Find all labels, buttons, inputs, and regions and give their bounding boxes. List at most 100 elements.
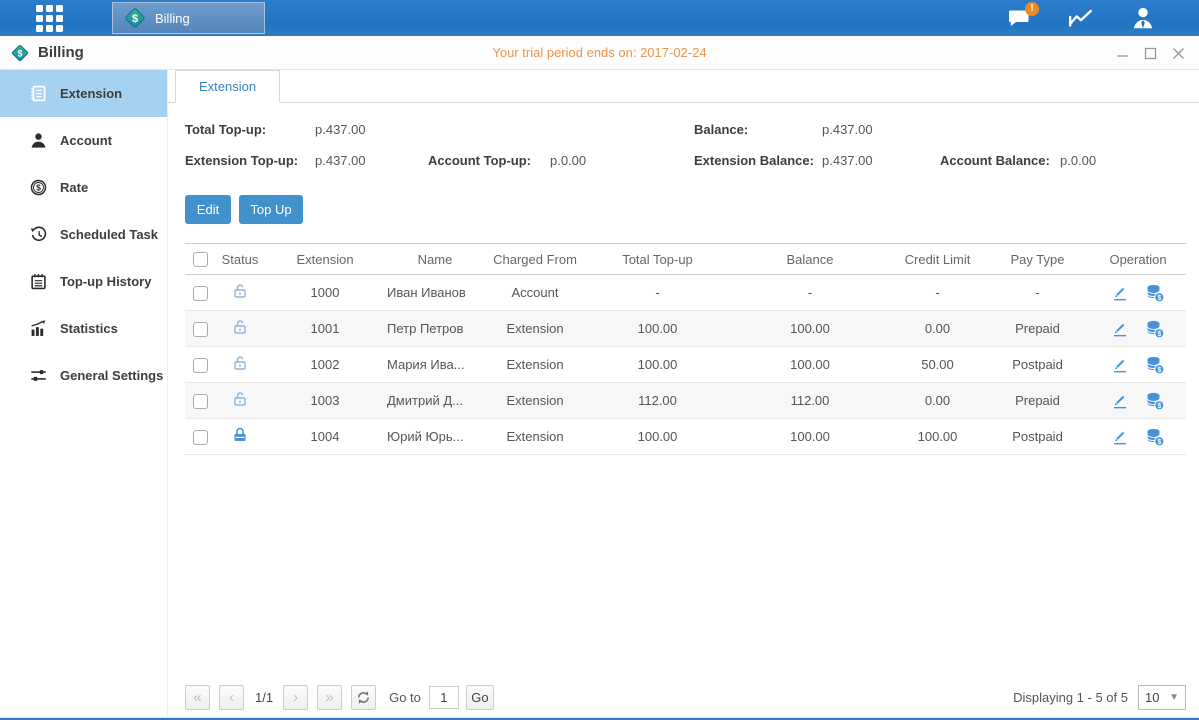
extension-topup-label: Extension Top-up:	[185, 153, 298, 168]
table-row: 1003 Дмитрий Д... Extension 112.00 112.0…	[185, 383, 1186, 419]
topup-icon[interactable]: $	[1145, 319, 1165, 339]
page-indicator: 1/1	[255, 690, 273, 705]
cell-total-topup: 100.00	[585, 419, 730, 455]
cell-total-topup: 100.00	[585, 311, 730, 347]
last-page-button[interactable]: »	[317, 685, 342, 710]
sidebar-item-topup-history[interactable]: Top-up History	[0, 258, 167, 305]
col-total-topup: Total Top-up	[585, 244, 730, 275]
status-lock-icon[interactable]	[231, 426, 249, 444]
edit-icon[interactable]	[1111, 392, 1129, 410]
col-name: Name	[385, 244, 485, 275]
edit-button[interactable]: Edit	[185, 195, 231, 224]
extension-balance-value: p.437.00	[822, 153, 873, 168]
rate-icon: $	[30, 179, 47, 196]
status-lock-icon[interactable]	[231, 282, 249, 300]
sidebar-item-extension[interactable]: Extension	[0, 70, 167, 117]
sidebar-item-scheduled-task[interactable]: Scheduled Task	[0, 211, 167, 258]
topup-icon[interactable]: $	[1145, 283, 1165, 303]
cell-credit-limit: -	[890, 275, 985, 311]
row-checkbox[interactable]	[193, 358, 208, 373]
messages-icon[interactable]: !	[1003, 4, 1035, 32]
sidebar-item-statistics[interactable]: Statistics	[0, 305, 167, 352]
sidebar-item-account[interactable]: Account	[0, 117, 167, 164]
col-pay-type: Pay Type	[985, 244, 1090, 275]
prev-page-button[interactable]: ‹	[219, 685, 244, 710]
cell-balance: 112.00	[730, 383, 890, 419]
top-bar: $ Billing !	[0, 0, 1199, 36]
tab-extension[interactable]: Extension	[175, 70, 280, 103]
row-checkbox[interactable]	[193, 394, 208, 409]
row-checkbox[interactable]	[193, 430, 208, 445]
cell-total-topup: 112.00	[585, 383, 730, 419]
app-grid-icon[interactable]	[36, 5, 68, 31]
next-page-button[interactable]: ›	[283, 685, 308, 710]
table-row: 1004 Юрий Юрь... Extension 100.00 100.00…	[185, 419, 1186, 455]
account-topup-label: Account Top-up:	[428, 153, 531, 168]
cell-credit-limit: 100.00	[890, 419, 985, 455]
cell-name: Дмитрий Д...	[385, 383, 485, 419]
topup-icon[interactable]: $	[1145, 391, 1165, 411]
cell-extension: 1002	[265, 347, 385, 383]
taskbar-tab-label: Billing	[155, 11, 190, 26]
svg-text:$: $	[36, 183, 41, 193]
go-button[interactable]: Go	[466, 685, 494, 710]
sidebar-item-general-settings[interactable]: General Settings	[0, 352, 167, 399]
page-size-select[interactable]: 10 ▼	[1138, 685, 1186, 710]
goto-page-input[interactable]	[429, 686, 459, 709]
edit-icon[interactable]	[1111, 428, 1129, 446]
taskbar-tab-billing[interactable]: $ Billing	[112, 2, 265, 34]
maximize-icon[interactable]	[1143, 46, 1157, 60]
title-bar: $ Billing Your trial period ends on: 201…	[0, 36, 1199, 70]
balance-value: p.437.00	[822, 122, 873, 137]
account-balance-value: p.0.00	[1060, 153, 1096, 168]
select-all-checkbox[interactable]	[193, 252, 208, 267]
cell-total-topup: -	[585, 275, 730, 311]
edit-icon[interactable]	[1111, 284, 1129, 302]
sidebar-item-label: Extension	[60, 86, 122, 101]
col-charged-from: Charged From	[485, 244, 585, 275]
status-lock-icon[interactable]	[231, 390, 249, 408]
cell-credit-limit: 0.00	[890, 311, 985, 347]
svg-text:$: $	[1157, 294, 1161, 301]
goto-label: Go to	[389, 690, 421, 705]
balance-summary: Total Top-up: p.437.00 Balance: p.437.00…	[185, 120, 1186, 182]
cell-name: Иван Иванов	[385, 275, 485, 311]
cell-name: Петр Петров	[385, 311, 485, 347]
edit-icon[interactable]	[1111, 320, 1129, 338]
user-account-icon[interactable]	[1127, 4, 1159, 32]
topup-icon[interactable]: $	[1145, 427, 1165, 447]
table-header-row: Status Extension Name Charged From Total…	[185, 244, 1186, 275]
cell-charged-from: Account	[485, 275, 585, 311]
close-icon[interactable]	[1171, 46, 1185, 60]
cell-charged-from: Extension	[485, 347, 585, 383]
topup-icon[interactable]: $	[1145, 355, 1165, 375]
pagination-bar: « ‹ 1/1 › » Go to Go Displaying 1 - 5 of…	[185, 684, 1186, 710]
tab-bar: Extension	[168, 70, 1199, 103]
cell-balance: 100.00	[730, 347, 890, 383]
col-credit-limit: Credit Limit	[890, 244, 985, 275]
status-lock-icon[interactable]	[231, 318, 249, 336]
extensions-table: Status Extension Name Charged From Total…	[185, 243, 1186, 455]
refresh-icon[interactable]	[351, 685, 376, 710]
col-operation: Operation	[1090, 244, 1186, 275]
cell-extension: 1001	[265, 311, 385, 347]
row-checkbox[interactable]	[193, 286, 208, 301]
first-page-button[interactable]: «	[185, 685, 210, 710]
minimize-icon[interactable]	[1115, 46, 1129, 60]
svg-text:$: $	[1157, 330, 1161, 337]
sidebar-item-rate[interactable]: $ Rate	[0, 164, 167, 211]
table-row: 1000 Иван Иванов Account - - - - $	[185, 275, 1186, 311]
status-lock-icon[interactable]	[231, 354, 249, 372]
row-checkbox[interactable]	[193, 322, 208, 337]
total-topup-label: Total Top-up:	[185, 122, 266, 137]
top-up-button[interactable]: Top Up	[239, 195, 303, 224]
account-icon	[30, 132, 47, 149]
edit-icon[interactable]	[1111, 356, 1129, 374]
table-row: 1001 Петр Петров Extension 100.00 100.00…	[185, 311, 1186, 347]
sidebar-item-label: Scheduled Task	[60, 227, 158, 242]
displaying-status: Displaying 1 - 5 of 5	[1013, 690, 1128, 705]
cell-pay-type: -	[985, 275, 1090, 311]
cell-extension: 1004	[265, 419, 385, 455]
cell-pay-type: Prepaid	[985, 311, 1090, 347]
resource-monitor-icon[interactable]	[1065, 4, 1097, 32]
